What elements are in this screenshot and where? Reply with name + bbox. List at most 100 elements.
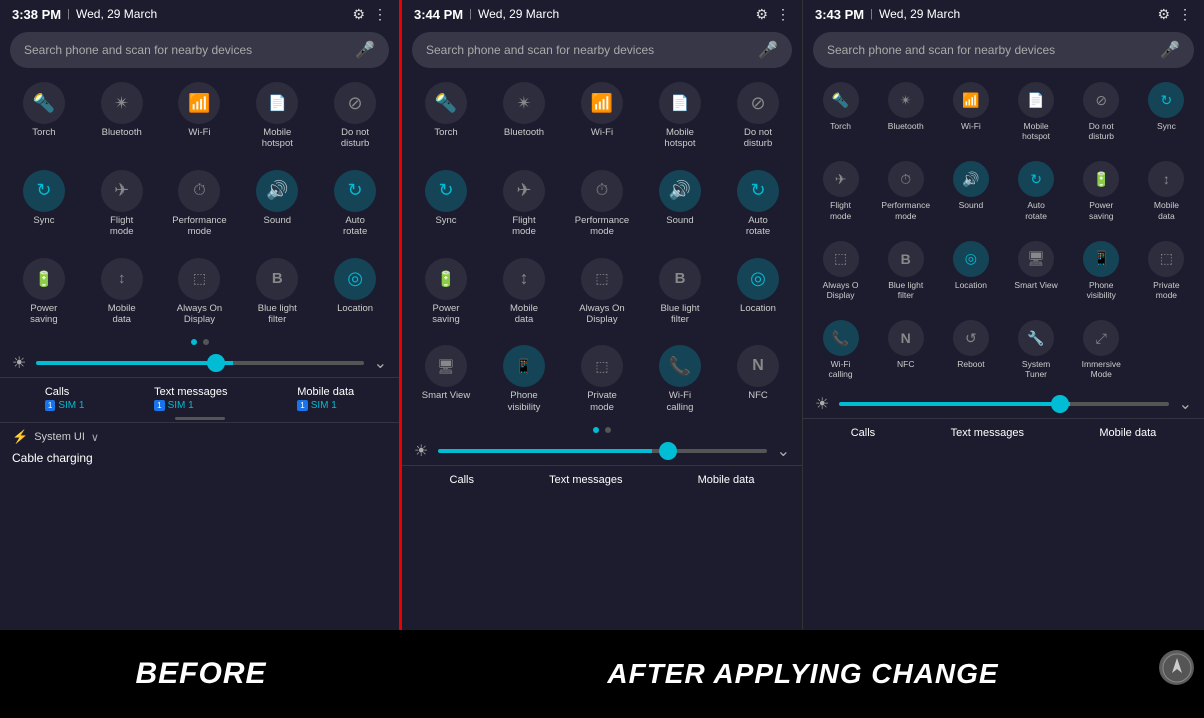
calls-sim-before: 1	[45, 400, 55, 411]
qs-nfc-a1[interactable]: N NFC	[720, 339, 796, 419]
qs-wifi-a2[interactable]: 📶 Wi-Fi	[939, 76, 1002, 147]
qs-bluetooth-before[interactable]: ✴ Bluetooth	[84, 76, 160, 156]
qs-grid3-after1: 🔋 Powersaving ↕ Mobiledata ⬚ Always OnDi…	[402, 248, 802, 336]
qs-immersive-a2[interactable]: ⤢ ImmersiveMode	[1070, 314, 1133, 385]
qs-aod-a1[interactable]: ⬚ Always OnDisplay	[564, 252, 640, 332]
qs-rotate-a2[interactable]: ↻ Autorotate	[1005, 155, 1068, 226]
qs-nfc-a2[interactable]: N NFC	[874, 314, 937, 385]
data-sim-before: 1	[297, 400, 307, 411]
menu-icon-after2[interactable]: ⋮	[1178, 6, 1192, 23]
settings-icon-before[interactable]: ⚙	[352, 6, 365, 23]
search-bar-after1[interactable]: Search phone and scan for nearby devices…	[412, 32, 792, 68]
dots-after1	[402, 423, 802, 437]
qs-dnd-before[interactable]: ⊘ Do notdisturb	[317, 76, 393, 156]
qs-wifi-a1[interactable]: 📶 Wi-Fi	[564, 76, 640, 156]
qs-blue-a1[interactable]: B Blue lightfilter	[642, 252, 718, 332]
qs-torch-before[interactable]: 🔦 Torch	[6, 76, 82, 156]
location-icon-before: ◎	[334, 258, 376, 300]
qs-power-before[interactable]: 🔋 Powersaving	[6, 252, 82, 332]
qs-wificall-a2[interactable]: 📞 Wi-Ficalling	[809, 314, 872, 385]
brightness-after1: ☀ ⌄	[402, 437, 802, 465]
qs-phonevis-a1[interactable]: 📱 Phonevisibility	[486, 339, 562, 419]
qs-phonevis-a2[interactable]: 📱 Phonevisibility	[1070, 235, 1133, 306]
dnd-icon-before: ⊘	[334, 82, 376, 124]
qs-bluetooth-a2[interactable]: ✴ Bluetooth	[874, 76, 937, 147]
qs-mobiledata-before[interactable]: ↕ Mobiledata	[84, 252, 160, 332]
status-left-after1: 3:44 PM | Wed, 29 March	[414, 7, 559, 22]
expand-icon-after2[interactable]: ⌄	[1179, 394, 1192, 414]
status-right-after1: ⚙ ⋮	[755, 6, 790, 23]
qs-flight-a1[interactable]: ✈ Flightmode	[486, 164, 562, 244]
label-after-container: AFTER APPLYING CHANGE	[402, 658, 1204, 690]
settings-icon-after2[interactable]: ⚙	[1157, 6, 1170, 23]
qs-bluetooth-a1[interactable]: ✴ Bluetooth	[486, 76, 562, 156]
search-bar-after2[interactable]: Search phone and scan for nearby devices…	[813, 32, 1194, 68]
before-label: BEFORE	[135, 657, 266, 691]
qs-smartview-a2[interactable]: 🖥 Smart View	[1005, 235, 1068, 306]
mic-icon-after2[interactable]: 🎤	[1160, 40, 1180, 60]
qs-power-a1[interactable]: 🔋 Powersaving	[408, 252, 484, 332]
brightness-slider-after1[interactable]	[438, 449, 766, 453]
qs-perf-a1[interactable]: ⏱ Performancemode	[564, 164, 640, 244]
qs-loc-a1[interactable]: ◎ Location	[720, 252, 796, 332]
qs-sound-a2[interactable]: 🔊 Sound	[939, 155, 1002, 226]
qs-dnd-a2[interactable]: ⊘ Do notdisturb	[1070, 76, 1133, 147]
qs-sound-before[interactable]: 🔊 Sound	[239, 164, 315, 244]
qs-hotspot-a1[interactable]: 📄 Mobilehotspot	[642, 76, 718, 156]
qs-blue-a2[interactable]: B Blue lightfilter	[874, 235, 937, 306]
brightness-thumb-before	[207, 354, 225, 372]
menu-icon-after1[interactable]: ⋮	[776, 6, 790, 23]
settings-icon-after1[interactable]: ⚙	[755, 6, 768, 23]
qs-smartview-a1[interactable]: 🖥 Smart View	[408, 339, 484, 419]
calls-info-before: Calls 1 SIM 1	[45, 386, 85, 411]
qs-sync-a2[interactable]: ↻ Sync	[1135, 76, 1198, 147]
qs-grid2-before: ↻ Sync ✈ Flightmode ⏱ Performancemode 🔊 …	[0, 160, 399, 248]
qs-hotspot-a2[interactable]: 📄 Mobilehotspot	[1005, 76, 1068, 147]
qs-rotate-a1[interactable]: ↻ Autorotate	[720, 164, 796, 244]
qs-location-before[interactable]: ◎ Location	[317, 252, 393, 332]
status-bar-before: 3:38 PM | Wed, 29 March ⚙ ⋮	[0, 0, 399, 28]
qs-perf-before[interactable]: ⏱ Performancemode	[162, 164, 238, 244]
qs-wifi-before[interactable]: 📶 Wi-Fi	[162, 76, 238, 156]
qs-hotspot-before[interactable]: 📄 Mobilehotspot	[239, 76, 315, 156]
expand-icon-before[interactable]: ⌄	[374, 353, 387, 373]
menu-icon-before[interactable]: ⋮	[373, 6, 387, 23]
dot1-before	[191, 339, 197, 345]
qs-dnd-a1[interactable]: ⊘ Do notdisturb	[720, 76, 796, 156]
qs-private-a1[interactable]: ⬚ Privatemode	[564, 339, 640, 419]
mic-icon-after1[interactable]: 🎤	[758, 40, 778, 60]
qs-wificall-a1[interactable]: 📞 Wi-Ficalling	[642, 339, 718, 419]
qs-rotate-before[interactable]: ↻ Autorotate	[317, 164, 393, 244]
brightness-slider-after2[interactable]	[839, 402, 1168, 406]
qs-perf-a2[interactable]: ⏱ Performancemode	[874, 155, 937, 226]
qs-mdata-a1[interactable]: ↕ Mobiledata	[486, 252, 562, 332]
search-bar-before[interactable]: Search phone and scan for nearby devices…	[10, 32, 389, 68]
brightness-slider-before[interactable]	[36, 361, 363, 365]
qs-sync-before[interactable]: ↻ Sync	[6, 164, 82, 244]
calls-label-after2: Calls	[851, 427, 875, 439]
mic-icon-before[interactable]: 🎤	[355, 40, 375, 60]
expand-icon-after1[interactable]: ⌄	[777, 441, 790, 461]
dot1-after1	[593, 427, 599, 433]
brightness-icon-after2: ☀	[815, 394, 829, 414]
qs-sync-a1[interactable]: ↻ Sync	[408, 164, 484, 244]
qs-systemtuner-a2[interactable]: 🔧 SystemTuner	[1005, 314, 1068, 385]
qs-torch-a2[interactable]: 🔦 Torch	[809, 76, 872, 147]
qs-powersave-a2[interactable]: 🔋 Powersaving	[1070, 155, 1133, 226]
screenshots-row: 3:38 PM | Wed, 29 March ⚙ ⋮ Search phone…	[0, 0, 1204, 630]
brightness-thumb-after2	[1051, 395, 1069, 413]
qs-aod-a2[interactable]: ⬚ Always ODisplay	[809, 235, 872, 306]
qs-mdata-a2[interactable]: ↕ Mobiledata	[1135, 155, 1198, 226]
bottom-divider-before	[175, 417, 225, 420]
texts-info-after1: Text messages	[549, 474, 622, 486]
qs-private-a2[interactable]: ⬚ Privatemode	[1135, 235, 1198, 306]
qs-bluelight-before[interactable]: B Blue lightfilter	[239, 252, 315, 332]
qs-torch-a1[interactable]: 🔦 Torch	[408, 76, 484, 156]
qs-flight-before[interactable]: ✈ Flightmode	[84, 164, 160, 244]
qs-reboot-a2[interactable]: ↺ Reboot	[939, 314, 1002, 385]
qs-aod-before[interactable]: ⬚ Always OnDisplay	[162, 252, 238, 332]
qs-sound-a1[interactable]: 🔊 Sound	[642, 164, 718, 244]
qs-flight-a2[interactable]: ✈ Flightmode	[809, 155, 872, 226]
qs-loc-a2[interactable]: ◎ Location	[939, 235, 1002, 306]
search-text-after1: Search phone and scan for nearby devices	[426, 43, 758, 57]
